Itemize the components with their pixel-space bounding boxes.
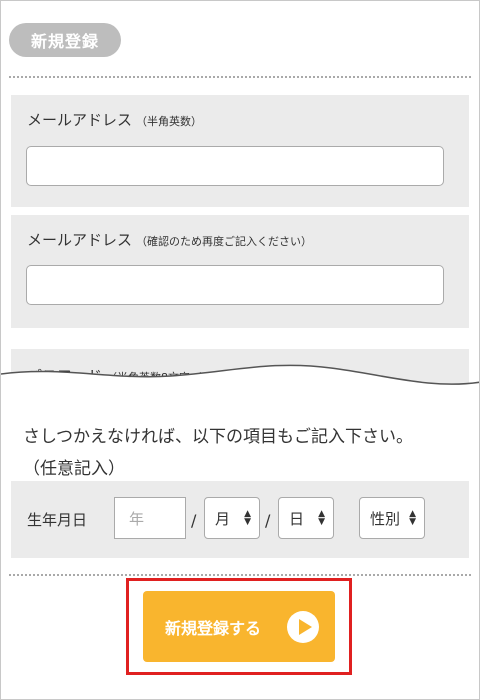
email-section: メールアドレス （半角英数） — [11, 95, 469, 207]
birthday-section: 生年月日 年 / 月 ▲ ▼ / 日 ▲ ▼ 性別 ▲ ▼ — [11, 481, 469, 558]
gender-select[interactable]: 性別 ▲ ▼ — [359, 497, 425, 539]
birth-month-select[interactable]: 月 ▲ ▼ — [204, 497, 260, 539]
updown-arrows-icon: ▲ ▼ — [318, 509, 325, 527]
date-separator: / — [265, 511, 271, 530]
email-confirm-field-box — [26, 265, 444, 305]
email-confirm-label: メールアドレス （確認のため再度ご記入ください） — [27, 229, 312, 250]
dotted-divider-bottom — [9, 574, 471, 576]
updown-arrows-icon: ▲ ▼ — [409, 509, 416, 527]
email-label-note: （半角英数） — [136, 115, 203, 128]
optional-notice-line1: さしつかえなければ、以下の項目もご記入下さい。 — [23, 427, 413, 447]
registration-form-panel: 新規登録 メールアドレス （半角英数） メールアドレス （確認のため再度ご記入くださ… — [0, 0, 480, 700]
email-label-text: メールアドレス — [27, 111, 133, 129]
email-field-box — [26, 146, 444, 186]
register-submit-label: 新規登録する — [165, 618, 262, 638]
dotted-divider-top — [9, 76, 471, 78]
email-confirm-section: メールアドレス （確認のため再度ご記入ください） — [11, 215, 469, 328]
play-arrow-icon — [287, 610, 319, 643]
email-confirm-label-note: （確認のため再度ご記入ください） — [136, 235, 313, 248]
birth-month-value: 月 — [215, 509, 231, 528]
email-confirm-label-text: メールアドレス — [27, 231, 133, 249]
birth-year-input[interactable]: 年 — [114, 497, 186, 539]
submit-highlight-frame: 新規登録する — [126, 578, 352, 675]
birth-day-value: 日 — [289, 509, 305, 528]
email-confirm-field[interactable] — [27, 266, 443, 304]
birthday-label: 生年月日 — [27, 511, 88, 529]
date-separator: / — [191, 511, 197, 530]
optional-notice: さしつかえなければ、以下の項目もご記入下さい。 （任意記入） — [23, 421, 413, 485]
email-field[interactable] — [27, 147, 443, 185]
gender-value: 性別 — [370, 509, 401, 528]
birth-day-select[interactable]: 日 ▲ ▼ — [278, 497, 334, 539]
torn-edge-divider — [1, 364, 479, 406]
page-title-badge: 新規登録 — [9, 23, 121, 57]
email-label: メールアドレス （半角英数） — [27, 109, 202, 130]
register-submit-button[interactable]: 新規登録する — [143, 591, 335, 662]
updown-arrows-icon: ▲ ▼ — [244, 509, 251, 527]
